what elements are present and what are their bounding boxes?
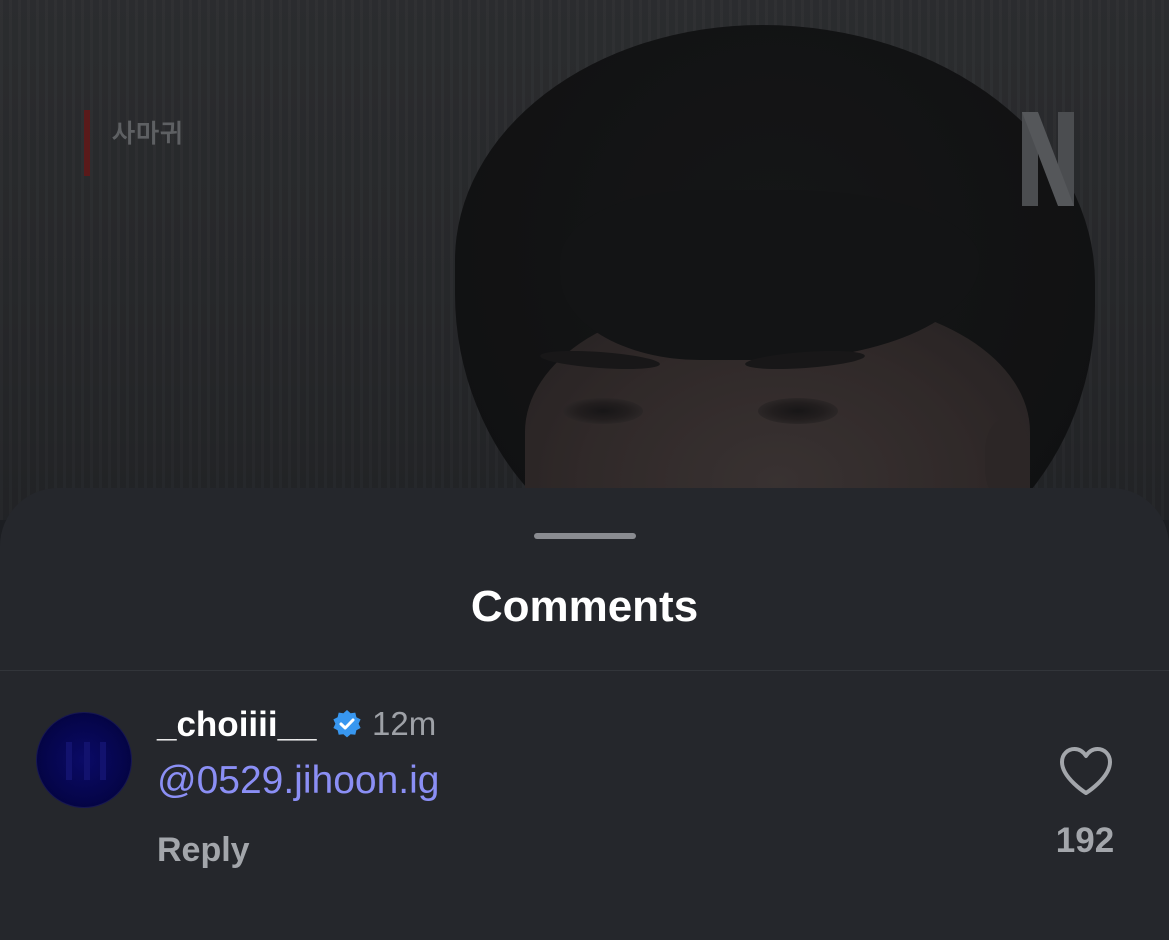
sheet-title: Comments (470, 582, 699, 631)
comment-mention-link[interactable]: @0529.jihoon.ig (157, 759, 439, 803)
netflix-n-logo (1022, 112, 1074, 206)
like-count: 192 (1055, 821, 1115, 860)
video-frame[interactable]: 사마귀 (0, 0, 1169, 520)
avatar-detail (100, 742, 106, 780)
comments-sheet[interactable]: Comments _choiiii__ 12m @0529.jihoon.ig … (0, 488, 1169, 940)
avatar-detail (84, 742, 90, 780)
reply-button[interactable]: Reply (157, 831, 250, 870)
heart-icon[interactable] (1058, 745, 1114, 797)
video-dim-overlay (0, 0, 1169, 520)
comment-username[interactable]: _choiiii__ (157, 705, 317, 745)
comment-item[interactable]: _choiiii__ 12m @0529.jihoon.ig Reply 192 (0, 671, 1169, 940)
verified-badge-icon (333, 710, 361, 738)
avatar-detail (66, 742, 72, 780)
avatar[interactable] (36, 712, 132, 808)
show-title-mark: 사마귀 (84, 110, 184, 176)
title-accent-bar (84, 110, 90, 176)
sheet-drag-handle[interactable] (534, 533, 636, 539)
comment-timestamp: 12m (372, 705, 437, 742)
show-title: 사마귀 (112, 120, 185, 148)
